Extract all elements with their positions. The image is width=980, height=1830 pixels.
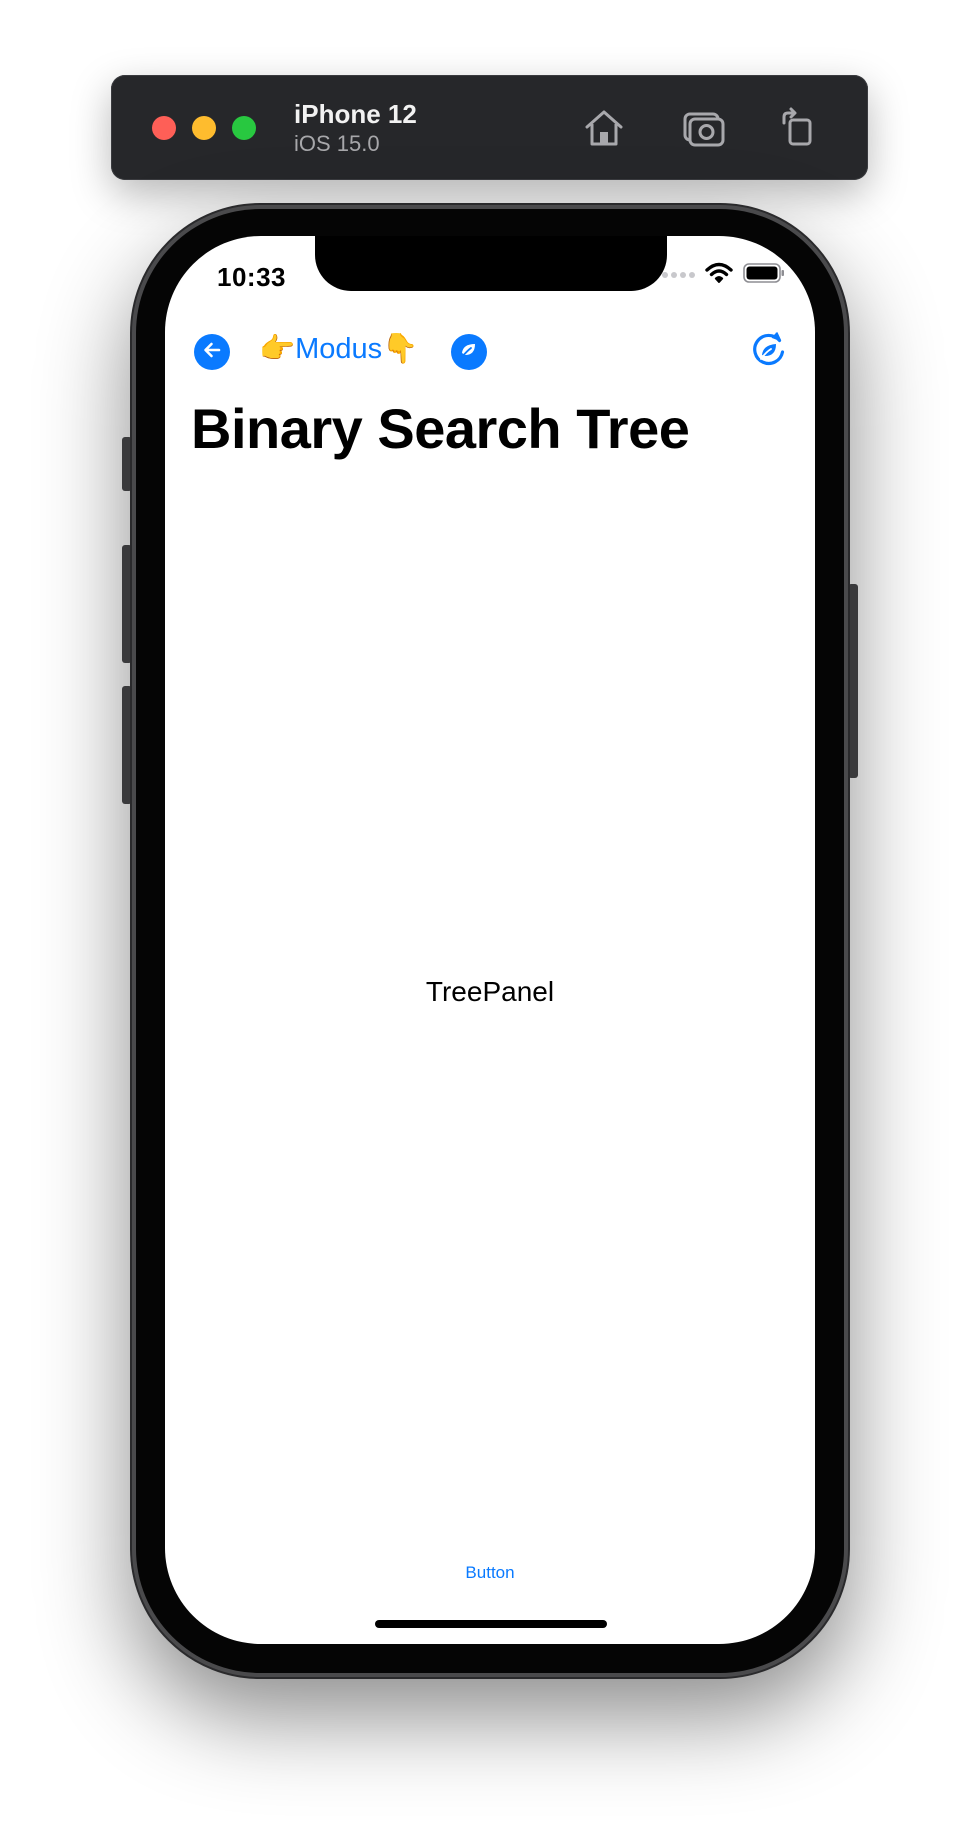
modus-button[interactable]: 👉Modus👇 bbox=[259, 332, 418, 366]
wifi-icon bbox=[705, 262, 733, 289]
status-icons bbox=[662, 262, 785, 289]
back-button[interactable] bbox=[194, 334, 230, 370]
simulator-toolbar: iPhone 12 iOS 15.0 bbox=[111, 75, 868, 180]
page-title: Binary Search Tree bbox=[191, 397, 690, 460]
home-icon[interactable] bbox=[581, 105, 627, 151]
screenshot-icon[interactable] bbox=[681, 105, 727, 151]
close-window-button[interactable] bbox=[152, 116, 176, 140]
leaf-circle-icon bbox=[458, 339, 480, 366]
os-version: iOS 15.0 bbox=[294, 131, 380, 156]
refresh-button[interactable] bbox=[749, 330, 789, 375]
arrow-left-circle-icon bbox=[201, 339, 223, 366]
refresh-leaf-icon bbox=[749, 330, 789, 375]
notch bbox=[315, 236, 667, 291]
device-name: iPhone 12 bbox=[294, 99, 417, 129]
tree-panel-label: TreePanel bbox=[425, 976, 555, 1007]
status-time: 10:33 bbox=[217, 262, 286, 292]
signal-dots-icon bbox=[662, 272, 695, 278]
leaf-button[interactable] bbox=[451, 334, 487, 370]
home-indicator[interactable] bbox=[375, 1620, 607, 1628]
phone-screen: 10:33 👉Modus👇 Binary Search Tree TreePan… bbox=[165, 236, 815, 1644]
battery-icon bbox=[743, 262, 785, 289]
rotate-icon[interactable] bbox=[774, 105, 820, 151]
bottom-button[interactable]: Button bbox=[165, 1563, 815, 1583]
zoom-window-button[interactable] bbox=[232, 116, 256, 140]
minimize-window-button[interactable] bbox=[192, 116, 216, 140]
